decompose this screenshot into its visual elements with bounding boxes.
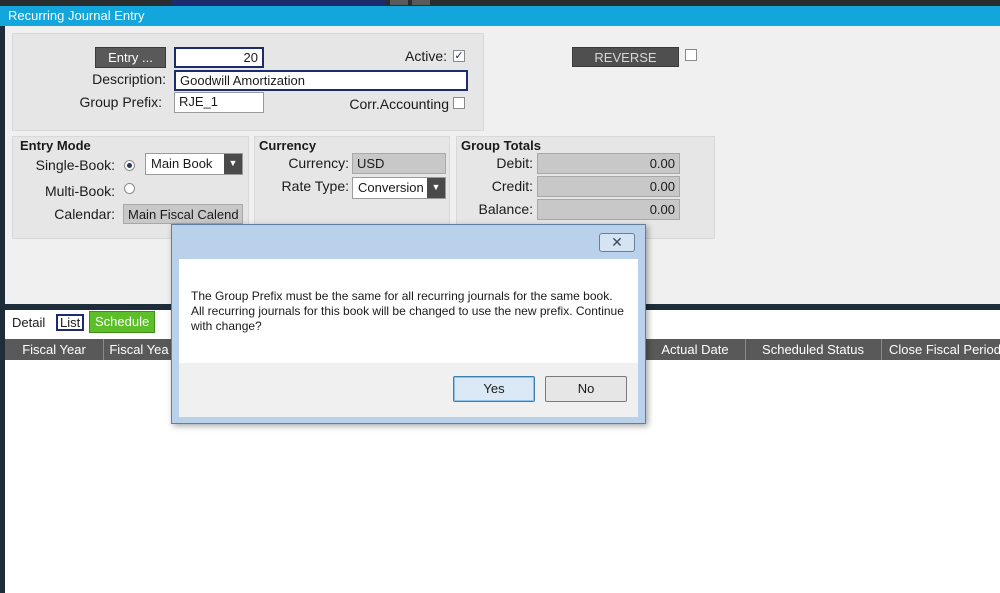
window-title: Recurring Journal Entry [0,6,1000,26]
column-header[interactable]: Actual Date [645,339,746,360]
chevron-down-icon: ▼ [427,178,445,198]
no-button[interactable]: No [545,376,627,402]
entry-button[interactable]: Entry ... [95,47,166,68]
active-label: Active: [404,48,447,64]
checkmark-icon: ✓ [454,50,464,62]
active-checkbox[interactable]: ✓ [453,50,465,62]
toolbar-input-remnant [172,0,386,5]
yes-button[interactable]: Yes [453,376,535,402]
column-header[interactable]: Close Fiscal Period [881,339,1000,360]
currency-label: Currency: [288,155,349,171]
entry-number-field[interactable]: 20 [174,47,264,68]
debit-field: 0.00 [537,153,680,174]
group-totals-heading: Group Totals [461,138,541,153]
tab-list[interactable]: List [56,314,85,331]
toolbar-button-remnant [390,0,408,5]
credit-field: 0.00 [537,176,680,197]
chevron-down-icon: ▼ [224,154,242,174]
single-book-radio[interactable] [124,160,135,171]
toolbar-button-remnant [412,0,430,5]
single-book-value: Main Book [151,156,213,171]
rate-type-select[interactable]: Conversion ▼ [352,177,446,199]
corr-accounting-checkbox[interactable] [453,97,465,109]
description-field[interactable]: Goodwill Amortization [174,70,468,91]
balance-label: Balance: [478,201,533,217]
single-book-select[interactable]: Main Book ▼ [145,153,243,175]
close-button[interactable]: ✕ [599,233,635,252]
currency-heading: Currency [259,138,317,153]
confirm-dialog: ✕ The Group Prefix must be the same for … [171,224,646,424]
dialog-message: The Group Prefix must be the same for al… [179,259,638,363]
calendar-field: Main Fiscal Calend [123,204,243,224]
multi-book-label: Multi-Book: [44,183,115,199]
single-book-label: Single-Book: [35,157,115,173]
column-header[interactable]: Fiscal Year [5,339,104,360]
currency-field: USD [352,153,446,174]
group-prefix-label: Group Prefix: [79,94,162,110]
column-header[interactable]: Fiscal Yea [103,339,176,360]
rate-type-label: Rate Type: [281,178,349,194]
balance-field: 0.00 [537,199,680,220]
multi-book-radio[interactable] [124,183,135,194]
close-icon: ✕ [611,234,623,250]
tab-detail[interactable]: Detail [8,314,49,331]
corr-accounting-label: Corr.Accounting [349,96,449,112]
group-prefix-field[interactable]: RJE_1 [174,92,264,113]
entry-mode-heading: Entry Mode [20,138,91,153]
description-label: Description: [92,71,166,87]
credit-label: Credit: [491,178,533,194]
rate-type-value: Conversion [358,180,424,195]
column-header[interactable]: Scheduled Status [745,339,882,360]
dialog-body: The Group Prefix must be the same for al… [179,259,638,417]
reverse-checkbox[interactable] [685,49,697,61]
calendar-label: Calendar: [54,206,115,222]
debit-label: Debit: [496,155,533,171]
tab-schedule[interactable]: Schedule [89,311,156,333]
reverse-button[interactable]: REVERSE [572,47,679,67]
